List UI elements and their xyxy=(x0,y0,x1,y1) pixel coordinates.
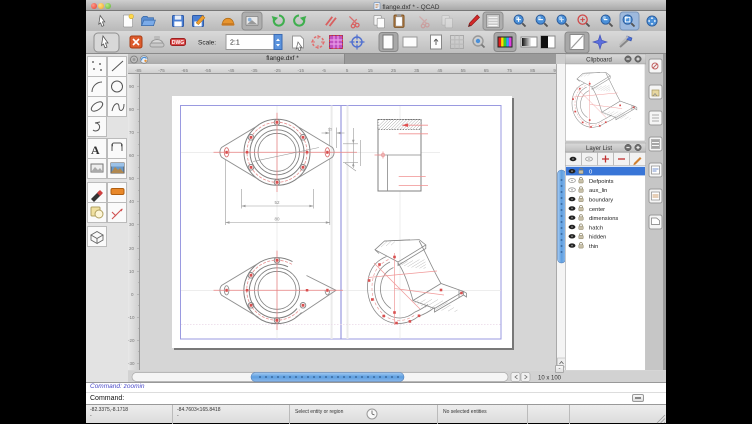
svg-text:20: 20 xyxy=(129,246,135,251)
svg-text:hatch: hatch xyxy=(589,225,603,231)
svg-text:2:1: 2:1 xyxy=(230,40,240,47)
svg-text:Layer List: Layer List xyxy=(586,146,612,152)
svg-text:Clipboard: Clipboard xyxy=(586,58,612,64)
svg-text:45: 45 xyxy=(437,68,443,73)
svg-text:hidden: hidden xyxy=(589,235,606,241)
svg-text:65: 65 xyxy=(484,68,490,73)
svg-text:-30: -30 xyxy=(128,361,135,366)
svg-text:15: 15 xyxy=(368,68,374,73)
svg-text:80: 80 xyxy=(129,107,135,112)
svg-text:-65: -65 xyxy=(181,68,188,73)
svg-text:-5: -5 xyxy=(322,68,326,73)
svg-text:0: 0 xyxy=(589,170,592,176)
svg-text:-85: -85 xyxy=(135,68,142,73)
svg-text:75: 75 xyxy=(507,68,513,73)
svg-text:Scale:: Scale: xyxy=(198,40,216,47)
svg-text:dimensions: dimensions xyxy=(589,216,618,222)
svg-text:-15: -15 xyxy=(297,68,304,73)
svg-text:70: 70 xyxy=(129,130,135,135)
svg-text:-10: -10 xyxy=(128,315,135,320)
svg-text:5: 5 xyxy=(346,68,349,73)
svg-text:80: 80 xyxy=(274,217,280,222)
svg-text:30: 30 xyxy=(129,222,135,227)
svg-text:0: 0 xyxy=(131,292,134,297)
svg-text:-20: -20 xyxy=(128,338,135,343)
svg-text:15: 15 xyxy=(328,127,333,132)
svg-text:Defpoints: Defpoints xyxy=(589,179,614,185)
svg-text:-25: -25 xyxy=(274,68,281,73)
svg-text:boundary: boundary xyxy=(589,198,613,204)
svg-text:85: 85 xyxy=(530,68,536,73)
svg-text:center: center xyxy=(589,207,605,213)
svg-text:-35: -35 xyxy=(251,68,258,73)
svg-text:60: 60 xyxy=(129,153,135,158)
svg-text:-45: -45 xyxy=(228,68,235,73)
svg-text:aux_lin: aux_lin xyxy=(589,188,607,194)
svg-text:25: 25 xyxy=(391,68,397,73)
svg-text:DWG: DWG xyxy=(172,40,184,46)
svg-text:A: A xyxy=(91,143,100,157)
svg-text:-55: -55 xyxy=(205,68,212,73)
svg-text:55: 55 xyxy=(461,68,467,73)
svg-text:-75: -75 xyxy=(158,68,165,73)
svg-text:90: 90 xyxy=(129,84,135,89)
svg-text:thin: thin xyxy=(589,244,598,250)
svg-text:10: 10 xyxy=(129,269,135,274)
svg-text:52: 52 xyxy=(274,200,280,205)
svg-text:40: 40 xyxy=(129,199,135,204)
svg-text:10 x 100: 10 x 100 xyxy=(538,376,562,382)
svg-text:50: 50 xyxy=(129,176,135,181)
svg-text:35: 35 xyxy=(414,68,420,73)
